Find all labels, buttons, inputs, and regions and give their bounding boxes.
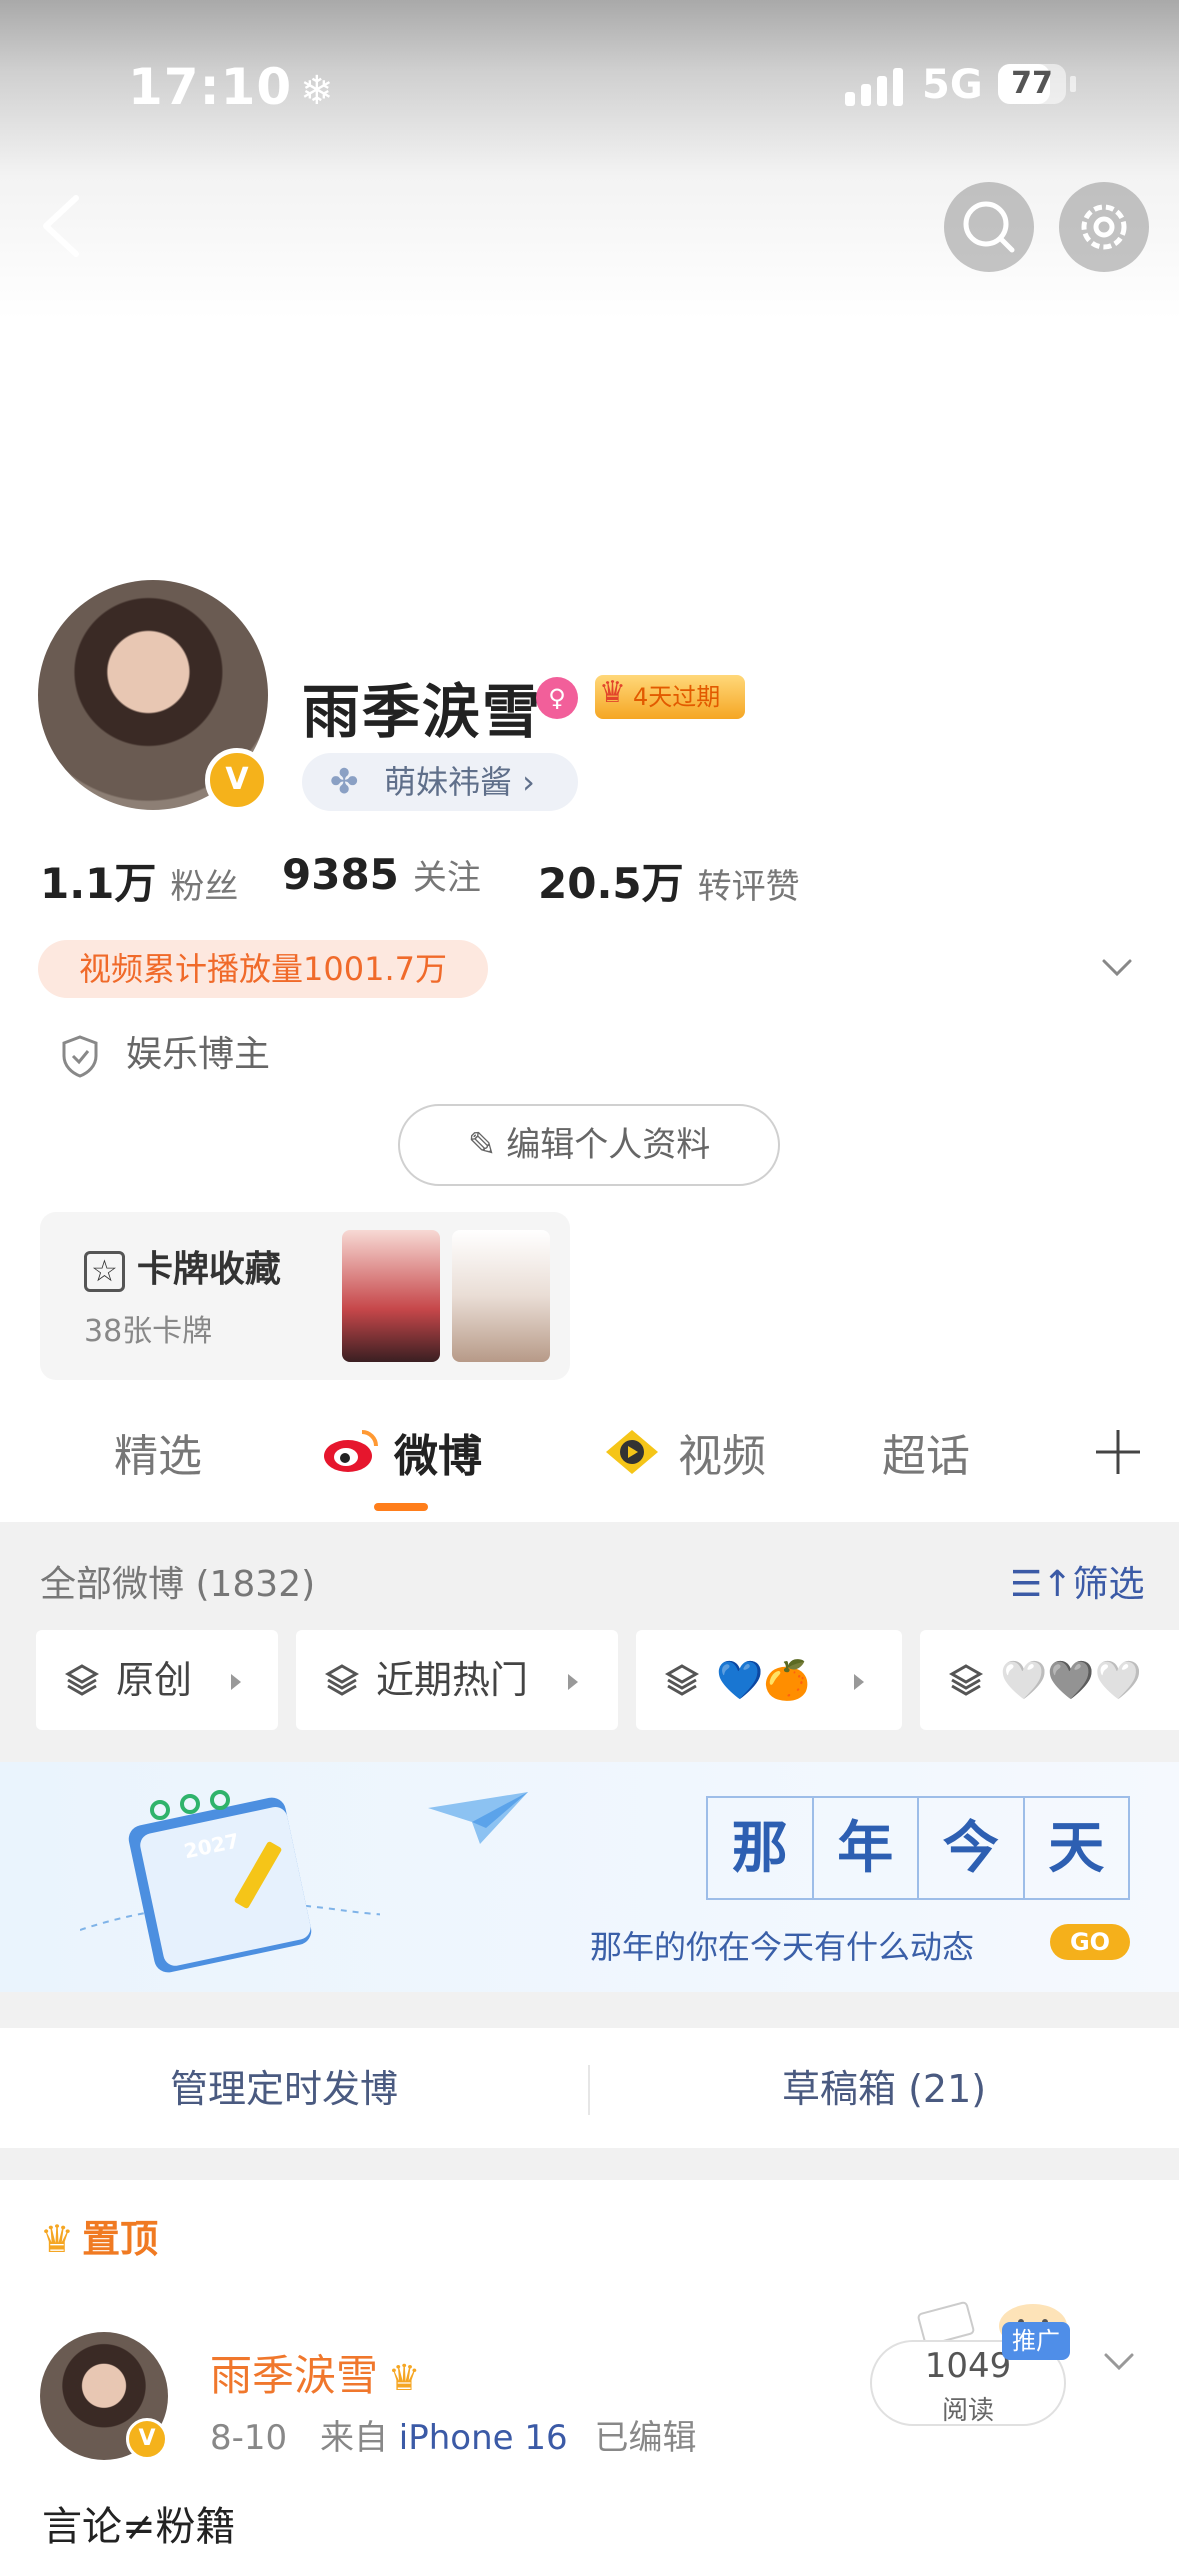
promote-badge[interactable]: 推广 [1002, 2322, 1070, 2360]
banner-title-char: 那 [706, 1796, 814, 1900]
post-date: 8-10 [210, 2418, 288, 2458]
vertical-divider [588, 2065, 590, 2115]
post-text: 言论≠粉籍 [42, 2504, 236, 2550]
verified-badge-icon: V [126, 2418, 168, 2460]
header-background [0, 0, 1179, 320]
chip-arrow-icon [568, 1674, 578, 1690]
stat-value: 20.5万 [538, 859, 684, 908]
all-posts-count: 全部微博 (1832) [40, 1564, 316, 1605]
shield-icon [62, 1035, 98, 1078]
active-tab-indicator [374, 1503, 428, 1511]
card-thumbnail[interactable] [342, 1230, 440, 1362]
clover-icon: ✤ [330, 762, 359, 802]
stat-label: 关注 [412, 858, 481, 898]
chevron-down-icon[interactable] [1100, 950, 1134, 984]
pinned-label: ♛ 置顶 [40, 2217, 159, 2261]
edit-profile-label: 编辑个人资料 [506, 1125, 711, 1165]
chip-emoji-group-1[interactable]: 💙🍊 [636, 1630, 902, 1730]
search-button[interactable] [944, 182, 1034, 272]
section-divider [0, 2148, 1179, 2180]
stat-value: 1.1万 [40, 859, 157, 908]
banner-title: 那 年 今 天 [706, 1796, 1130, 1900]
vip-badge-label: 4天过期 [633, 683, 721, 711]
crown-icon: ♛ [40, 2217, 75, 2261]
video-icon [604, 1428, 660, 1476]
banner-title-char: 天 [1024, 1796, 1130, 1900]
chip-arrow-icon [231, 1674, 241, 1690]
manage-scheduled-button[interactable]: 管理定时发博 [170, 2058, 398, 2113]
stat-value: 9385 [282, 850, 399, 899]
banner-subtitle: 那年的你在今天有什么动态 [590, 1928, 975, 1966]
vip-crown-icon: ♛ [388, 2358, 421, 2399]
post-edited: 已编辑 [594, 2418, 697, 2458]
chip-recent-hot[interactable]: 近期热门 [296, 1630, 618, 1730]
battery-cap [1070, 76, 1076, 92]
layers-icon [64, 1664, 100, 1696]
paper-plane-icon [428, 1792, 528, 1844]
post-author-name[interactable]: 雨季涙雪 ♛ [210, 2342, 420, 2403]
chip-emoji-group-2[interactable]: 🤍🩶🤍 [920, 1630, 1179, 1730]
stat-interactions[interactable]: 20.5万 转评赞 [538, 850, 800, 911]
weibo-logo-icon [322, 1426, 380, 1474]
vip-badge[interactable]: ♛ 4天过期 [595, 675, 745, 719]
stat-following[interactable]: 9385 关注 [282, 850, 481, 899]
signal-icon [845, 66, 905, 106]
category-tag[interactable]: 娱乐博主 [60, 1025, 270, 1078]
banner-go-button[interactable]: GO [1050, 1924, 1130, 1960]
filter-button[interactable]: ☰↑筛选 [1010, 1555, 1144, 1607]
tab-weibo[interactable]: 微博 [394, 1420, 482, 1484]
section-divider [0, 1992, 1179, 2028]
stat-label: 转评赞 [697, 867, 800, 907]
edit-profile-button[interactable]: ✎ 编辑个人资料 [398, 1104, 780, 1186]
battery-level: 77 [1011, 66, 1053, 101]
verified-badge-icon: V [205, 748, 269, 812]
play-count-badge[interactable]: 视频累计播放量1001.7万 [38, 940, 488, 998]
network-type: 5G [922, 62, 983, 108]
filter-icon: ☰↑ [1010, 1564, 1073, 1605]
snowflake-icon: ❄ [300, 68, 335, 114]
tab-featured[interactable]: 精选 [114, 1420, 202, 1484]
profile-name: 雨季涙雪 [302, 678, 543, 746]
battery-icon: 77 [998, 64, 1066, 104]
add-tab-icon[interactable] [1094, 1428, 1142, 1476]
card-icon: ☆ [84, 1251, 125, 1292]
back-arrow-icon[interactable] [32, 190, 92, 262]
chip-original[interactable]: 原创 [36, 1630, 278, 1730]
tab-super-topic[interactable]: 超话 [882, 1420, 970, 1484]
banner-title-char: 今 [919, 1796, 1025, 1900]
category-tag-label: 娱乐博主 [126, 1034, 271, 1075]
fan-club-label: 萌妹祎酱 › [384, 763, 535, 801]
post-menu-chevron-icon[interactable] [1102, 2344, 1136, 2378]
chip-arrow-icon [854, 1674, 864, 1690]
gear-icon [1081, 204, 1127, 250]
post-meta: 8-10 来自 iPhone 16 已编辑 [210, 2410, 696, 2459]
search-icon [963, 201, 1015, 253]
post-source-prefix: 来自 [319, 2418, 388, 2458]
stat-followers[interactable]: 1.1万 粉丝 [40, 850, 238, 911]
fan-club-pill[interactable]: ✤ 萌妹祎酱 › [302, 753, 578, 811]
card-thumbnail[interactable] [452, 1230, 550, 1362]
pencil-icon: ✎ [467, 1125, 497, 1165]
layers-icon [324, 1664, 360, 1696]
drafts-button[interactable]: 草稿箱 (21) [782, 2058, 986, 2113]
settings-button[interactable] [1059, 182, 1149, 272]
status-time: 17:10 ❄ [128, 58, 335, 116]
female-gender-icon: ♀ [536, 677, 578, 719]
tab-video[interactable]: 视频 [678, 1420, 766, 1484]
layers-icon [664, 1664, 700, 1696]
layers-icon [948, 1664, 984, 1696]
banner-title-char: 年 [813, 1796, 919, 1900]
read-label: 阅读 [941, 2396, 994, 2426]
stat-label: 粉丝 [170, 867, 239, 907]
crown-icon: ♛ [599, 675, 626, 710]
post-device[interactable]: iPhone 16 [399, 2418, 568, 2458]
card-collection-title: ☆ 卡牌收藏 [84, 1240, 281, 1292]
card-collection-count: 38张卡牌 [84, 1314, 213, 1349]
calendar-illustration: 2027 [80, 1790, 380, 1973]
